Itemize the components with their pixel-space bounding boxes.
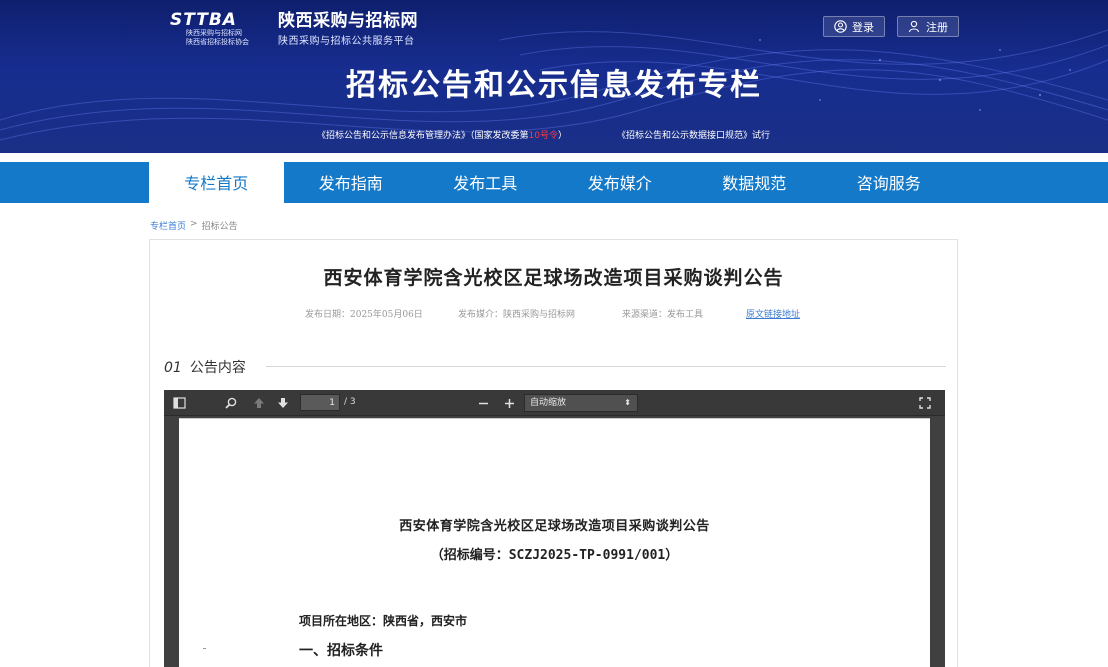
site-banner: STTBA 陕西采购与招标网 陕西省招标投标协会 陕西采购与招标网 陕西采购与招… [0,0,1108,153]
pdf-toolbar: / 3 自动缩放 ⬍ [164,390,945,416]
site-subtitle: 陕西采购与招标公共服务平台 [278,36,415,47]
logo-mark-text: STTBA [170,9,237,30]
section-header: 01 公告内容 [164,357,246,377]
breadcrumb-home[interactable]: 专栏首页 [150,219,186,232]
section-label: 公告内容 [189,360,246,376]
fullscreen-icon [919,397,931,409]
site-name: 陕西采购与招标网 [278,11,418,31]
logo-mark-line2: 陕西省招标投标协会 [186,37,249,46]
page-count: / 3 [344,397,356,407]
sidebar-toggle-button[interactable] [170,394,188,412]
publish-media: 发布媒介：陕西采购与招标网 [458,310,576,320]
nav-item-home[interactable]: 专栏首页 [149,162,284,203]
next-page-button[interactable] [274,394,292,412]
pdf-page: 西安体育学院含光校区足球场改造项目采购谈判公告 （招标编号：SCZJ2025-T… [179,418,930,667]
nav-item-media[interactable]: 发布媒介 [553,162,688,203]
user-circle-icon [834,20,847,33]
zoom-in-button[interactable] [500,394,518,412]
zoom-select-value: 自动缩放 [530,398,567,408]
pdf-section-heading: 一、招标条件 [299,643,383,659]
user-add-icon [908,20,920,33]
chevron-updown-icon: ⬍ [624,398,631,407]
register-label: 注册 [926,20,948,34]
zoom-in-icon [504,398,514,408]
source-channel: 来源渠道：发布工具 [622,310,704,320]
login-button[interactable]: 登录 [823,16,885,37]
data-spec-link[interactable]: 《招标公告和公示数据接口规范》试行 [617,128,770,141]
pdf-project-location: 项目所在地区：陕西省，西安市 [299,614,468,628]
next-page-icon [278,398,288,408]
pdf-tender-code: （招标编号：SCZJ2025-TP-0991/001） [430,548,679,563]
nav-item-tools[interactable]: 发布工具 [418,162,553,203]
site-logo[interactable]: STTBA 陕西采购与招标网 陕西省招标投标协会 陕西采购与招标网 陕西采购与招… [166,8,418,48]
previous-page-icon [254,398,264,408]
publish-date: 发布日期：2025年05月06日 [305,310,423,320]
register-button[interactable]: 注册 [897,16,959,37]
fullscreen-button[interactable] [916,394,934,412]
pdf-margin-mark [203,648,206,649]
regulation-order-number: 10号令 [528,131,558,141]
login-label: 登录 [852,20,874,34]
zoom-out-icon [478,402,488,404]
nav-item-consult[interactable]: 咨询服务 [822,162,957,203]
nav-item-data-spec[interactable]: 数据规范 [687,162,822,203]
zoom-select[interactable]: 自动缩放 ⬍ [524,394,638,412]
breadcrumb: 专栏首页 > 招标公告 [150,219,238,232]
article-title: 西安体育学院含光校区足球场改造项目采购谈判公告 [323,267,784,289]
pdf-viewer[interactable]: / 3 自动缩放 ⬍ 西安 [164,390,945,667]
regulation-link[interactable]: 《招标公告和公示信息发布管理办法》（国家发改委第10号令） [317,128,567,141]
find-button[interactable] [222,394,240,412]
search-icon [225,397,237,409]
page-number-input[interactable] [300,394,340,411]
zoom-out-button[interactable] [474,394,492,412]
banner-title: 招标公告和公示信息发布专栏 [346,68,762,103]
logo-emblem: STTBA 陕西采购与招标网 陕西省招标投标协会 [166,10,272,46]
breadcrumb-current: 招标公告 [201,222,238,232]
article-card: 西安体育学院含光校区足球场改造项目采购谈判公告 发布日期：2025年05月06日… [149,239,958,667]
original-link[interactable]: 原文链接地址 [746,307,800,320]
section-divider [266,366,946,367]
breadcrumb-separator: > [190,219,198,229]
pdf-document-title: 西安体育学院含光校区足球场改造项目采购谈判公告 [399,519,710,534]
nav-item-guide[interactable]: 发布指南 [284,162,419,203]
regulation-link-close: ） [557,131,567,141]
previous-page-button[interactable] [250,394,268,412]
main-nav: 专栏首页 发布指南 发布工具 发布媒介 数据规范 咨询服务 [0,162,1108,203]
regulation-link-text: 《招标公告和公示信息发布管理办法》（国家发改委第 [317,131,529,141]
section-number: 01 [164,360,182,376]
sidebar-toggle-icon [172,397,186,409]
